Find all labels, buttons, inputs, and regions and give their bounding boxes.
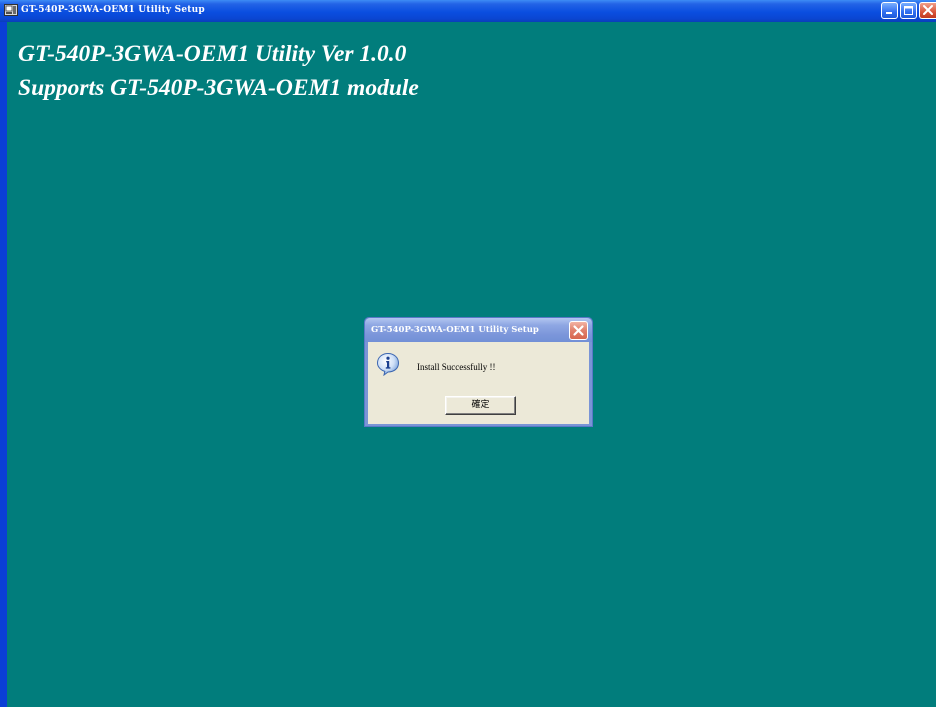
close-icon bbox=[923, 5, 933, 15]
setup-window: GT-540P-3GWA-OEM1 Utility Setup GT-540P-… bbox=[0, 0, 936, 707]
utility-version-heading: GT-540P-3GWA-OEM1 Utility Ver 1.0.0 bbox=[18, 41, 407, 67]
close-icon bbox=[573, 325, 584, 336]
dialog-body: Install Successfully !! 確定 bbox=[368, 342, 589, 424]
dialog-title: GT-540P-3GWA-OEM1 Utility Setup bbox=[371, 325, 539, 335]
minimize-icon bbox=[886, 12, 892, 14]
minimize-button[interactable] bbox=[881, 2, 898, 19]
maximize-icon bbox=[904, 6, 913, 15]
maximize-button[interactable] bbox=[900, 2, 917, 19]
dialog-close-button[interactable] bbox=[569, 321, 588, 340]
supported-module-heading: Supports GT-540P-3GWA-OEM1 module bbox=[18, 75, 419, 101]
setup-app-icon[interactable] bbox=[4, 3, 18, 17]
dialog-message: Install Successfully !! bbox=[417, 362, 496, 372]
install-success-dialog: GT-540P-3GWA-OEM1 Utility Setup Install … bbox=[364, 317, 593, 427]
dialog-titlebar[interactable]: GT-540P-3GWA-OEM1 Utility Setup bbox=[365, 318, 592, 342]
info-icon bbox=[376, 352, 400, 377]
ok-button[interactable]: 確定 bbox=[445, 396, 516, 415]
window-title: GT-540P-3GWA-OEM1 Utility Setup bbox=[21, 5, 205, 15]
window-titlebar[interactable]: GT-540P-3GWA-OEM1 Utility Setup bbox=[0, 0, 936, 22]
close-button[interactable] bbox=[919, 2, 936, 19]
